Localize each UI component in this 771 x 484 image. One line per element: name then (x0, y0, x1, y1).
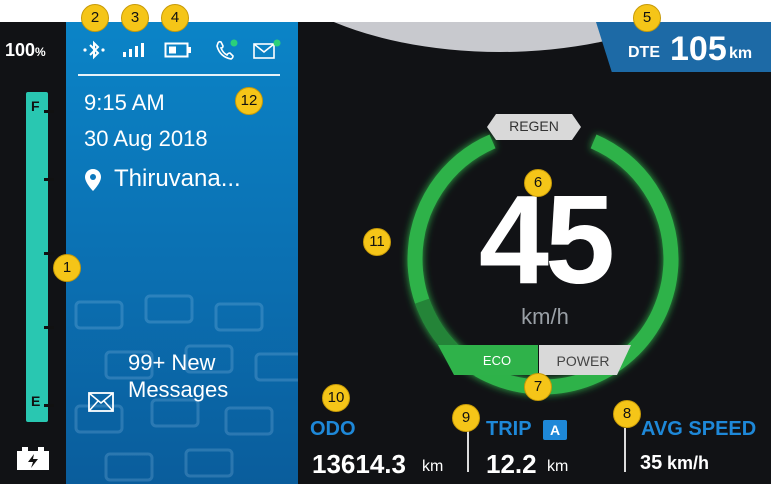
avg-speed-title: AVG SPEED (641, 418, 757, 440)
callout-marker: 3 (121, 4, 149, 32)
clock-date: 30 Aug 2018 (84, 126, 208, 151)
callout-marker: 4 (161, 4, 189, 32)
message-notification-icon[interactable] (252, 38, 282, 60)
fuel-empty-label: E (31, 393, 41, 409)
location-name[interactable]: Thiruvana... (114, 165, 241, 193)
messages-count[interactable]: 99+ New (128, 350, 215, 376)
odo-unit: km (422, 458, 444, 475)
odo-title: ODO (310, 418, 356, 440)
callout-marker: 7 (524, 373, 552, 401)
trip-value: 12.2 (486, 449, 537, 479)
dte-unit: km (729, 45, 753, 62)
eco-label: ECO (482, 353, 512, 368)
trip-unit: km (547, 458, 569, 475)
callout-marker: 12 (235, 87, 263, 115)
odo-value: 13614.3 (312, 449, 406, 479)
signal-strength-icon (123, 43, 144, 57)
info-panel: 9:15 AM 30 Aug 2018 Thiruvana... 99+ New… (66, 22, 298, 484)
battery-percent-sign: % (35, 45, 46, 59)
callout-marker: 6 (524, 169, 552, 197)
regen-label: REGEN (509, 118, 559, 134)
callout-marker: 9 (452, 404, 480, 432)
fuel-tick (44, 326, 54, 329)
fuel-tick (44, 252, 54, 255)
fuel-full-label: F (31, 98, 40, 114)
dte-label: DTE (628, 44, 660, 61)
dte-value: 105 (670, 30, 727, 68)
callout-marker: 1 (53, 254, 81, 282)
missed-call-icon[interactable] (214, 38, 240, 60)
fuel-gauge-bar (26, 92, 48, 422)
avg-speed-unit: km/h (667, 453, 710, 473)
fuel-tick (44, 178, 54, 181)
battery-percent-value: 100 (5, 40, 36, 60)
callout-marker: 2 (81, 4, 109, 32)
battery-status-icon (164, 42, 191, 58)
power-label: POWER (556, 353, 610, 369)
location-pin-icon (85, 169, 101, 191)
callout-marker: 5 (633, 4, 661, 32)
battery-percent: 100% (5, 40, 46, 61)
callout-marker: 10 (322, 384, 350, 412)
charging-battery-icon (17, 447, 49, 470)
fuel-tick (44, 404, 54, 407)
messages-label[interactable]: Messages (128, 377, 228, 403)
stat-separator (624, 428, 626, 472)
fuel-tick (44, 110, 54, 113)
stat-separator (467, 428, 469, 472)
trip-title[interactable]: TRIP (486, 418, 532, 441)
bluetooth-icon[interactable] (82, 40, 106, 60)
trip-badge[interactable]: A (543, 420, 567, 440)
callout-marker: 8 (613, 400, 641, 428)
speed-unit: km/h (521, 304, 569, 329)
avg-speed-value: 35 (640, 452, 663, 474)
panel-divider (78, 74, 280, 76)
callout-marker: 11 (363, 228, 391, 256)
clock-time: 9:15 AM (84, 90, 165, 115)
envelope-icon (88, 392, 114, 412)
